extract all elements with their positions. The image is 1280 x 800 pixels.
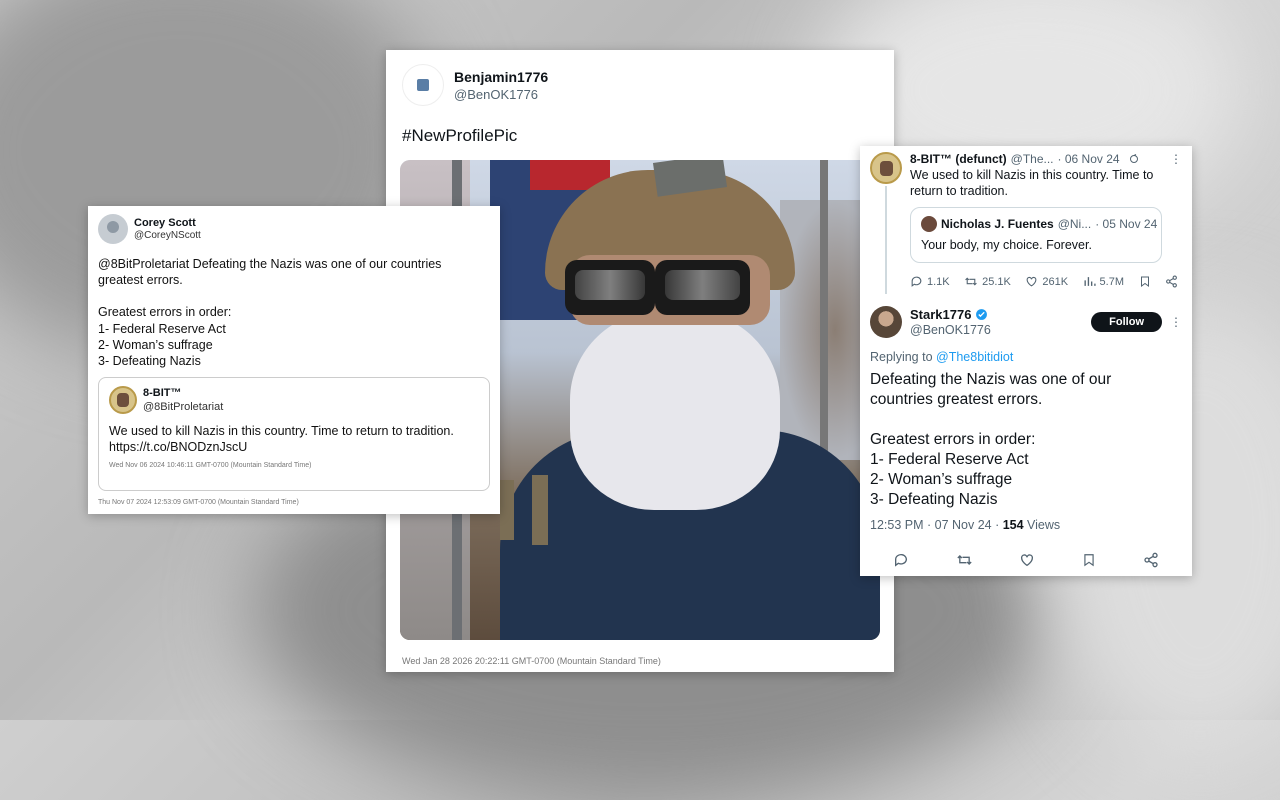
- author-handle[interactable]: @The...: [1011, 152, 1054, 166]
- body-line: 2- Woman’s suffrage: [870, 471, 1013, 488]
- avatar[interactable]: [870, 306, 902, 338]
- author-name[interactable]: Corey Scott: [134, 217, 201, 229]
- tweet-time[interactable]: 12:53 PM · 07 Nov 24 ·: [870, 518, 1003, 532]
- share-icon[interactable]: [1165, 275, 1178, 288]
- views-label: Views: [1023, 518, 1061, 532]
- tweet-body: @8BitProletariat Defeating the Nazis was…: [98, 256, 490, 369]
- author-name[interactable]: 8-BIT™ (defunct): [910, 152, 1007, 166]
- reply-icon[interactable]: [893, 552, 909, 568]
- retweet-icon[interactable]: [956, 552, 973, 568]
- verified-icon: [975, 308, 988, 321]
- body-line: countries greatest errors.: [870, 391, 1043, 408]
- avatar[interactable]: [870, 152, 902, 184]
- tweet-date[interactable]: · 05 Nov 24: [1095, 217, 1157, 231]
- author-name[interactable]: Nicholas J. Fuentes: [941, 217, 1054, 231]
- tweet-actions: 1.1K 25.1K 261K 5.7M: [910, 275, 1178, 288]
- views-button[interactable]: 5.7M: [1083, 275, 1124, 288]
- author-name[interactable]: Stark1776: [910, 307, 971, 322]
- author-handle[interactable]: @BenOK1776: [910, 323, 991, 337]
- quoted-tweet-text: Your body, my choice. Forever.: [921, 238, 1092, 252]
- quoted-tweet-text: We used to kill Nazis in this country. T…: [109, 424, 454, 439]
- like-icon: [1025, 275, 1038, 288]
- body-line: 1- Federal Reserve Act: [870, 451, 1029, 468]
- body-line: 1- Federal Reserve Act: [98, 321, 226, 336]
- bookmark-icon[interactable]: [1139, 275, 1151, 288]
- tweet-body: Defeating the Nazis was one of our count…: [870, 370, 1182, 510]
- quoted-tweet[interactable]: Nicholas J. Fuentes @Ni... · 05 Nov 24 Y…: [910, 207, 1162, 263]
- body-line: 3- Defeating Nazis: [870, 491, 998, 508]
- author-name[interactable]: 8-BIT™: [143, 387, 223, 399]
- avatar[interactable]: [109, 386, 137, 415]
- tweet-text: We used to kill Nazis in this country. T…: [910, 168, 1154, 198]
- author-name[interactable]: Benjamin1776: [454, 69, 548, 85]
- retweet-button[interactable]: 25.1K: [964, 275, 1011, 288]
- like-icon[interactable]: [1019, 552, 1035, 568]
- views-count: 154: [1002, 518, 1024, 532]
- replying-to-label: Replying to: [870, 350, 937, 364]
- thread-line: [885, 186, 887, 294]
- reply-tweet: Stark1776 @BenOK1776 Follow ⋮ Replying t…: [870, 306, 1182, 568]
- body-line: @8BitProletariat Defeating the Nazis was…: [98, 257, 442, 271]
- reply-count: 1.1K: [927, 275, 950, 288]
- tweet-text: #NewProfilePic: [402, 126, 518, 145]
- reply-button[interactable]: 1.1K: [910, 275, 950, 288]
- author-handle[interactable]: @CoreyNScott: [134, 230, 201, 241]
- tweet-thread-card: 8-BIT™ (defunct) @The... · 06 Nov 24 ⋮ W…: [860, 146, 1192, 576]
- more-icon[interactable]: ⋮: [1170, 315, 1182, 329]
- avatar[interactable]: [98, 214, 128, 244]
- bookmark-icon[interactable]: [1082, 552, 1096, 568]
- tweet-timestamp: Wed Jan 28 2026 20:22:11 GMT-0700 (Mount…: [402, 656, 661, 666]
- body-line: 2- Woman’s suffrage: [98, 337, 213, 352]
- retweet-icon: [964, 275, 978, 288]
- replying-to-link[interactable]: @The8bitidiot: [936, 350, 1013, 364]
- quoted-tweet-timestamp: Wed Nov 06 2024 10:46:11 GMT-0700 (Mount…: [109, 462, 312, 470]
- body-line: greatest errors.: [98, 273, 183, 288]
- parent-tweet[interactable]: 8-BIT™ (defunct) @The... · 06 Nov 24 ⋮ W…: [870, 152, 1182, 294]
- more-icon[interactable]: ⋮: [1170, 152, 1182, 166]
- share-icon[interactable]: [1143, 552, 1159, 568]
- author-handle[interactable]: @BenOK1776: [454, 87, 548, 102]
- quoted-tweet-link[interactable]: https://t.co/BNODznJscU: [109, 440, 479, 454]
- edit-icon: [1128, 153, 1140, 165]
- body-line: 3- Defeating Nazis: [98, 354, 201, 369]
- tweet-date[interactable]: · 06 Nov 24: [1058, 152, 1120, 166]
- author-handle[interactable]: @Ni...: [1058, 217, 1092, 231]
- tweet-actions: [870, 552, 1182, 568]
- reply-icon: [910, 275, 923, 288]
- follow-button[interactable]: Follow: [1091, 312, 1162, 332]
- avatar[interactable]: [921, 216, 937, 232]
- tweet-timestamp: Thu Nov 07 2024 12:53:09 GMT-0700 (Mount…: [98, 499, 299, 507]
- views-count: 5.7M: [1099, 275, 1125, 288]
- body-line: Greatest errors in order:: [98, 305, 232, 320]
- body-line: Greatest errors in order:: [870, 431, 1036, 448]
- quoted-tweet[interactable]: 8-BIT™ @8BitProletariat We used to kill …: [98, 377, 490, 492]
- retweet-count: 25.1K: [982, 275, 1011, 288]
- like-button[interactable]: 261K: [1025, 275, 1068, 288]
- author-handle[interactable]: @8BitProletariat: [143, 401, 223, 413]
- replying-to: Replying to @The8bitidiot: [870, 350, 1182, 364]
- views-icon: [1083, 275, 1096, 288]
- like-count: 261K: [1042, 275, 1069, 288]
- avatar[interactable]: [402, 64, 444, 106]
- tweet-meta: 12:53 PM · 07 Nov 24 · 154 Views: [870, 518, 1182, 532]
- tweet-card-corey: Corey Scott @CoreyNScott @8BitProletaria…: [88, 206, 500, 514]
- body-line: Defeating the Nazis was one of our: [870, 371, 1112, 388]
